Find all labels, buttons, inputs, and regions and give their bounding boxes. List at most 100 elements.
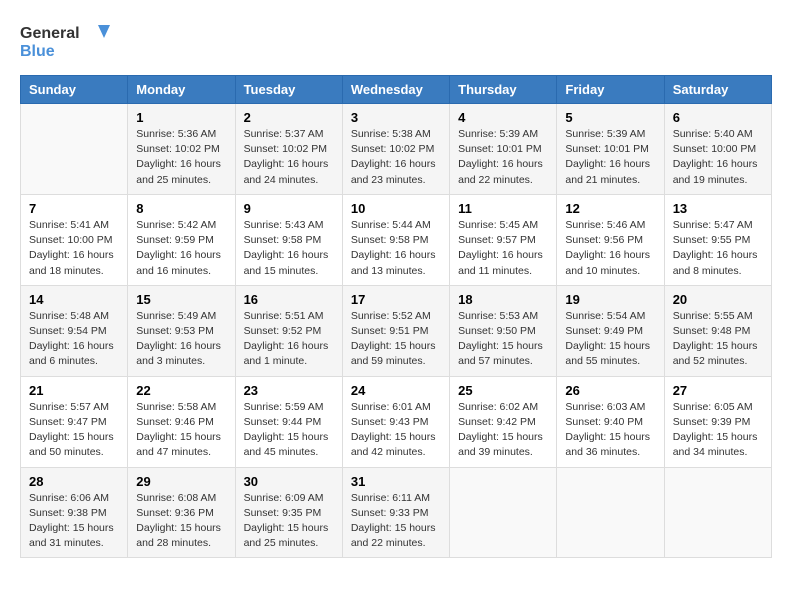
calendar-cell: 23Sunrise: 5:59 AM Sunset: 9:44 PM Dayli… — [235, 376, 342, 467]
calendar-table: SundayMondayTuesdayWednesdayThursdayFrid… — [20, 75, 772, 558]
calendar-cell: 29Sunrise: 6:08 AM Sunset: 9:36 PM Dayli… — [128, 467, 235, 558]
day-info: Sunrise: 5:37 AM Sunset: 10:02 PM Daylig… — [244, 127, 334, 188]
day-number: 18 — [458, 292, 548, 307]
calendar-cell: 3 Sunrise: 5:38 AM Sunset: 10:02 PM Dayli… — [342, 104, 449, 195]
day-number: 29 — [136, 474, 226, 489]
calendar-cell: 11 Sunrise: 5:45 AM Sunset: 9:57 PM Dayli… — [450, 194, 557, 285]
calendar-cell: 6 Sunrise: 5:40 AM Sunset: 10:00 PM Dayli… — [664, 104, 771, 195]
day-info: Sunrise: 6:09 AM Sunset: 9:35 PM Dayligh… — [244, 491, 334, 552]
weekday-header-wednesday: Wednesday — [342, 76, 449, 104]
day-number: 25 — [458, 383, 548, 398]
calendar-cell: 19 Sunrise: 5:54 AM Sunset: 9:49 PM Dayli… — [557, 285, 664, 376]
calendar-cell: 8Sunrise: 5:42 AM Sunset: 9:59 PM Daylig… — [128, 194, 235, 285]
week-row-1: 1 Sunrise: 5:36 AM Sunset: 10:02 PM Dayli… — [21, 104, 772, 195]
day-info: Sunrise: 5:41 AM Sunset: 10:00 PM Daylig… — [29, 218, 119, 279]
week-row-5: 28Sunrise: 6:06 AM Sunset: 9:38 PM Dayli… — [21, 467, 772, 558]
day-number: 6 — [673, 110, 763, 125]
day-number: 11 — [458, 201, 548, 216]
calendar-cell — [557, 467, 664, 558]
calendar-cell: 13 Sunrise: 5:47 AM Sunset: 9:55 PM Dayli… — [664, 194, 771, 285]
logo-svg: General Blue — [20, 20, 110, 65]
calendar-cell: 7 Sunrise: 5:41 AM Sunset: 10:00 PM Dayli… — [21, 194, 128, 285]
day-info: Sunrise: 5:42 AM Sunset: 9:59 PM Dayligh… — [136, 218, 226, 279]
calendar-cell: 20 Sunrise: 5:55 AM Sunset: 9:48 PM Dayli… — [664, 285, 771, 376]
day-number: 22 — [136, 383, 226, 398]
calendar-cell — [450, 467, 557, 558]
day-info: Sunrise: 5:54 AM Sunset: 9:49 PM Dayligh… — [565, 309, 655, 370]
day-info: Sunrise: 6:02 AM Sunset: 9:42 PM Dayligh… — [458, 400, 548, 461]
day-info: Sunrise: 5:36 AM Sunset: 10:02 PM Daylig… — [136, 127, 226, 188]
day-number: 13 — [673, 201, 763, 216]
calendar-cell: 28Sunrise: 6:06 AM Sunset: 9:38 PM Dayli… — [21, 467, 128, 558]
calendar-cell: 31 Sunrise: 6:11 AM Sunset: 9:33 PM Dayli… — [342, 467, 449, 558]
weekday-header-thursday: Thursday — [450, 76, 557, 104]
calendar-cell: 2 Sunrise: 5:37 AM Sunset: 10:02 PM Dayli… — [235, 104, 342, 195]
day-info: Sunrise: 5:40 AM Sunset: 10:00 PM Daylig… — [673, 127, 763, 188]
calendar-cell: 9Sunrise: 5:43 AM Sunset: 9:58 PM Daylig… — [235, 194, 342, 285]
calendar-cell: 27Sunrise: 6:05 AM Sunset: 9:39 PM Dayli… — [664, 376, 771, 467]
day-info: Sunrise: 6:11 AM Sunset: 9:33 PM Dayligh… — [351, 491, 441, 552]
day-info: Sunrise: 5:48 AM Sunset: 9:54 PM Dayligh… — [29, 309, 119, 370]
header-row: SundayMondayTuesdayWednesdayThursdayFrid… — [21, 76, 772, 104]
day-info: Sunrise: 5:53 AM Sunset: 9:50 PM Dayligh… — [458, 309, 548, 370]
day-number: 19 — [565, 292, 655, 307]
day-number: 7 — [29, 201, 119, 216]
calendar-cell — [664, 467, 771, 558]
calendar-cell: 15 Sunrise: 5:49 AM Sunset: 9:53 PM Dayli… — [128, 285, 235, 376]
day-number: 14 — [29, 292, 119, 307]
calendar-cell: 4 Sunrise: 5:39 AM Sunset: 10:01 PM Dayli… — [450, 104, 557, 195]
week-row-4: 21Sunrise: 5:57 AM Sunset: 9:47 PM Dayli… — [21, 376, 772, 467]
day-info: Sunrise: 6:01 AM Sunset: 9:43 PM Dayligh… — [351, 400, 441, 461]
day-number: 12 — [565, 201, 655, 216]
day-number: 21 — [29, 383, 119, 398]
day-number: 23 — [244, 383, 334, 398]
week-row-2: 7 Sunrise: 5:41 AM Sunset: 10:00 PM Dayli… — [21, 194, 772, 285]
calendar-cell: 24 Sunrise: 6:01 AM Sunset: 9:43 PM Dayli… — [342, 376, 449, 467]
day-number: 31 — [351, 474, 441, 489]
day-number: 20 — [673, 292, 763, 307]
day-number: 30 — [244, 474, 334, 489]
calendar-cell: 26 Sunrise: 6:03 AM Sunset: 9:40 PM Dayli… — [557, 376, 664, 467]
day-number: 17 — [351, 292, 441, 307]
calendar-cell: 30 Sunrise: 6:09 AM Sunset: 9:35 PM Dayli… — [235, 467, 342, 558]
calendar-cell: 1 Sunrise: 5:36 AM Sunset: 10:02 PM Dayli… — [128, 104, 235, 195]
day-info: Sunrise: 5:43 AM Sunset: 9:58 PM Dayligh… — [244, 218, 334, 279]
calendar-cell: 12 Sunrise: 5:46 AM Sunset: 9:56 PM Dayli… — [557, 194, 664, 285]
day-number: 2 — [244, 110, 334, 125]
page-header: General Blue — [20, 20, 772, 65]
calendar-cell: 18 Sunrise: 5:53 AM Sunset: 9:50 PM Dayli… — [450, 285, 557, 376]
weekday-header-monday: Monday — [128, 76, 235, 104]
calendar-cell: 16Sunrise: 5:51 AM Sunset: 9:52 PM Dayli… — [235, 285, 342, 376]
day-number: 16 — [244, 292, 334, 307]
day-info: Sunrise: 5:58 AM Sunset: 9:46 PM Dayligh… — [136, 400, 226, 461]
svg-text:General: General — [20, 25, 80, 42]
day-info: Sunrise: 6:03 AM Sunset: 9:40 PM Dayligh… — [565, 400, 655, 461]
day-info: Sunrise: 5:39 AM Sunset: 10:01 PM Daylig… — [565, 127, 655, 188]
day-number: 15 — [136, 292, 226, 307]
day-info: Sunrise: 5:44 AM Sunset: 9:58 PM Dayligh… — [351, 218, 441, 279]
day-number: 3 — [351, 110, 441, 125]
day-number: 24 — [351, 383, 441, 398]
week-row-3: 14 Sunrise: 5:48 AM Sunset: 9:54 PM Dayli… — [21, 285, 772, 376]
calendar-cell: 5 Sunrise: 5:39 AM Sunset: 10:01 PM Dayli… — [557, 104, 664, 195]
day-info: Sunrise: 5:39 AM Sunset: 10:01 PM Daylig… — [458, 127, 548, 188]
day-info: Sunrise: 5:45 AM Sunset: 9:57 PM Dayligh… — [458, 218, 548, 279]
day-info: Sunrise: 5:46 AM Sunset: 9:56 PM Dayligh… — [565, 218, 655, 279]
calendar-cell — [21, 104, 128, 195]
weekday-header-friday: Friday — [557, 76, 664, 104]
day-info: Sunrise: 5:55 AM Sunset: 9:48 PM Dayligh… — [673, 309, 763, 370]
calendar-cell: 25 Sunrise: 6:02 AM Sunset: 9:42 PM Dayli… — [450, 376, 557, 467]
day-number: 5 — [565, 110, 655, 125]
day-info: Sunrise: 5:52 AM Sunset: 9:51 PM Dayligh… — [351, 309, 441, 370]
day-info: Sunrise: 5:38 AM Sunset: 10:02 PM Daylig… — [351, 127, 441, 188]
day-number: 4 — [458, 110, 548, 125]
day-info: Sunrise: 5:49 AM Sunset: 9:53 PM Dayligh… — [136, 309, 226, 370]
day-info: Sunrise: 6:06 AM Sunset: 9:38 PM Dayligh… — [29, 491, 119, 552]
day-number: 26 — [565, 383, 655, 398]
day-info: Sunrise: 6:05 AM Sunset: 9:39 PM Dayligh… — [673, 400, 763, 461]
day-info: Sunrise: 5:47 AM Sunset: 9:55 PM Dayligh… — [673, 218, 763, 279]
logo: General Blue — [20, 20, 110, 65]
day-number: 1 — [136, 110, 226, 125]
calendar-cell: 10Sunrise: 5:44 AM Sunset: 9:58 PM Dayli… — [342, 194, 449, 285]
calendar-cell: 22 Sunrise: 5:58 AM Sunset: 9:46 PM Dayli… — [128, 376, 235, 467]
